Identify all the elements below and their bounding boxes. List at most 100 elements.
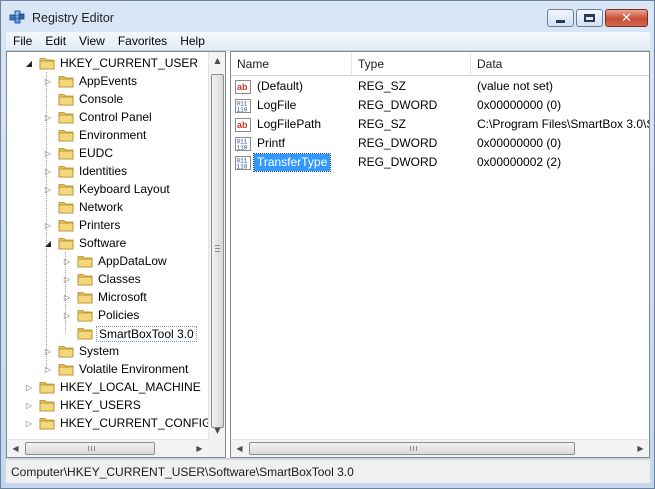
tree-item[interactable]: ▷ Keyboard Layout	[43, 180, 208, 198]
client-area: ◢ HKEY_CURRENT_USER ▷ AppEvents Console ▷ Cont…	[6, 51, 650, 458]
value-row[interactable]: ab (Default) REG_SZ (value not set)	[231, 77, 649, 96]
tree-item[interactable]: ▷ HKEY_LOCAL_MACHINE	[24, 378, 208, 396]
expand-arrow-icon[interactable]: ▷	[43, 360, 53, 378]
collapse-arrow-icon[interactable]: ◢	[24, 54, 34, 72]
tree-vertical-scroll-thumb[interactable]	[211, 74, 224, 428]
menu-help[interactable]: Help	[173, 32, 211, 51]
expand-arrow-icon[interactable]: ▷	[43, 162, 53, 180]
expand-arrow-icon[interactable]: ▷	[43, 342, 53, 360]
string-value-icon: ab	[235, 117, 251, 133]
value-row[interactable]: 011 110 TransferType REG_DWORD 0x00000002 (2…	[231, 153, 649, 172]
tree-horizontal-scroll-thumb[interactable]	[25, 442, 155, 455]
tree-item[interactable]: ▷ Policies	[62, 306, 208, 324]
folder-icon	[58, 76, 74, 88]
tree-item[interactable]: ▷ Identities	[43, 162, 208, 180]
folder-icon	[39, 382, 55, 394]
tree-item[interactable]: ▷ HKEY_USERS	[24, 396, 208, 414]
value-row[interactable]: 011 110 Printf REG_DWORD 0x00000000 (0)	[231, 134, 649, 153]
folder-icon	[77, 310, 93, 322]
expand-arrow-icon[interactable]: ▷	[43, 216, 53, 234]
minimize-icon	[556, 19, 565, 23]
expand-arrow-icon[interactable]: ▷	[62, 288, 72, 306]
column-header-data[interactable]: Data	[471, 52, 649, 76]
status-bar: Computer\HKEY_CURRENT_USER\Software\Smar…	[6, 459, 650, 483]
folder-icon	[58, 220, 74, 232]
expand-arrow-icon[interactable]: ▷	[43, 72, 53, 90]
close-button[interactable]: ✕	[605, 9, 648, 27]
tree-item[interactable]: ▷ System	[43, 342, 208, 360]
tree-item[interactable]: ▷ Classes	[62, 270, 208, 288]
tree-item[interactable]: ▷ Control Panel	[43, 108, 208, 126]
tree-item[interactable]: ◢ Software	[43, 234, 208, 252]
tree-item-label: Microsoft	[98, 290, 147, 304]
tree-item[interactable]: ◢ HKEY_CURRENT_USER	[24, 54, 208, 72]
tree-item[interactable]: Environment	[43, 126, 208, 144]
list-horizontal-scrollbar[interactable]: ◀ ▶	[231, 439, 649, 457]
minimize-button[interactable]	[547, 9, 574, 27]
collapse-arrow-icon[interactable]: ◢	[43, 234, 53, 252]
tree-horizontal-scrollbar[interactable]: ◀ ▶	[7, 439, 208, 457]
tree-vertical-scrollbar[interactable]: ▲ ▼	[208, 52, 225, 439]
value-type: REG_DWORD	[358, 155, 438, 169]
svg-text:ab: ab	[237, 82, 248, 92]
tree-item-label: Policies	[98, 308, 140, 322]
registry-tree-pane[interactable]: ◢ HKEY_CURRENT_USER ▷ AppEvents Console ▷ Cont…	[6, 51, 226, 458]
expand-arrow-icon[interactable]: ▷	[43, 180, 53, 198]
scroll-left-arrow-icon[interactable]: ◀	[231, 440, 248, 457]
scroll-right-arrow-icon[interactable]: ▶	[632, 440, 649, 457]
tree-item[interactable]: Console	[43, 90, 208, 108]
window-title: Registry Editor	[32, 11, 114, 25]
value-row[interactable]: 011 110 LogFile REG_DWORD 0x00000000 (0)	[231, 96, 649, 115]
expand-arrow-icon[interactable]: ▷	[43, 144, 53, 162]
tree-item-label: HKEY_CURRENT_USER	[60, 56, 199, 70]
tree-item-label: Environment	[79, 128, 147, 142]
menu-view[interactable]: View	[72, 32, 111, 51]
column-header-name[interactable]: Name	[231, 52, 352, 76]
registry-editor-window: Registry Editor ✕ File Edit View Favorit…	[0, 0, 655, 489]
menu-file[interactable]: File	[6, 32, 38, 51]
scroll-left-arrow-icon[interactable]: ◀	[7, 440, 24, 457]
folder-icon	[77, 256, 93, 268]
expand-arrow-icon[interactable]: ▷	[62, 252, 72, 270]
registry-icon	[9, 10, 25, 24]
value-type: REG_SZ	[358, 117, 407, 131]
folder-icon	[77, 292, 93, 304]
tree-item[interactable]: SmartBoxTool 3.0	[62, 324, 208, 342]
list-horizontal-scroll-thumb[interactable]	[249, 442, 575, 455]
expand-arrow-icon[interactable]: ▷	[24, 414, 34, 432]
scroll-down-arrow-icon[interactable]: ▼	[209, 422, 225, 439]
scroll-up-arrow-icon[interactable]: ▲	[209, 52, 225, 69]
tree-item[interactable]: ▷ Volatile Environment	[43, 360, 208, 378]
menu-edit[interactable]: Edit	[38, 32, 72, 51]
expand-arrow-icon[interactable]: ▷	[62, 306, 72, 324]
tree-item-label: Control Panel	[79, 110, 152, 124]
title-bar[interactable]: Registry Editor ✕	[1, 1, 654, 32]
expand-arrow-icon[interactable]: ▷	[43, 108, 53, 126]
tree-item[interactable]: Network	[43, 198, 208, 216]
tree-item-label: Software	[79, 236, 127, 250]
tree-item[interactable]: ▷ Printers	[43, 216, 208, 234]
tree-item[interactable]: ▷ AppEvents	[43, 72, 208, 90]
value-row[interactable]: ab LogFilePath REG_SZ C:\Program Files\Smar…	[231, 115, 649, 134]
folder-icon	[58, 94, 74, 106]
expand-arrow-icon[interactable]: ▷	[24, 396, 34, 414]
expand-arrow-icon[interactable]: ▷	[24, 378, 34, 396]
value-data: 0x00000002 (2)	[477, 155, 562, 169]
svg-text:110: 110	[237, 145, 248, 152]
folder-icon	[39, 58, 55, 70]
expand-arrow-icon[interactable]: ▷	[62, 270, 72, 288]
folder-icon	[39, 400, 55, 412]
maximize-button[interactable]	[576, 9, 603, 27]
tree-item[interactable]: ▷ AppDataLow	[62, 252, 208, 270]
tree-item[interactable]: ▷ Microsoft	[62, 288, 208, 306]
menu-favorites[interactable]: Favorites	[111, 32, 173, 51]
tree-item-label: Console	[79, 92, 124, 106]
value-type: REG_SZ	[358, 79, 407, 93]
tree-item[interactable]: ▷ HKEY_CURRENT_CONFIG	[24, 414, 208, 432]
values-list-pane[interactable]: Name Type Data ab (Default) REG_SZ (value n…	[230, 51, 650, 458]
scroll-right-arrow-icon[interactable]: ▶	[191, 440, 208, 457]
tree-item-label: AppDataLow	[98, 254, 167, 268]
tree-item[interactable]: ▷ EUDC	[43, 144, 208, 162]
column-header-type[interactable]: Type	[352, 52, 471, 76]
folder-icon	[77, 328, 93, 340]
